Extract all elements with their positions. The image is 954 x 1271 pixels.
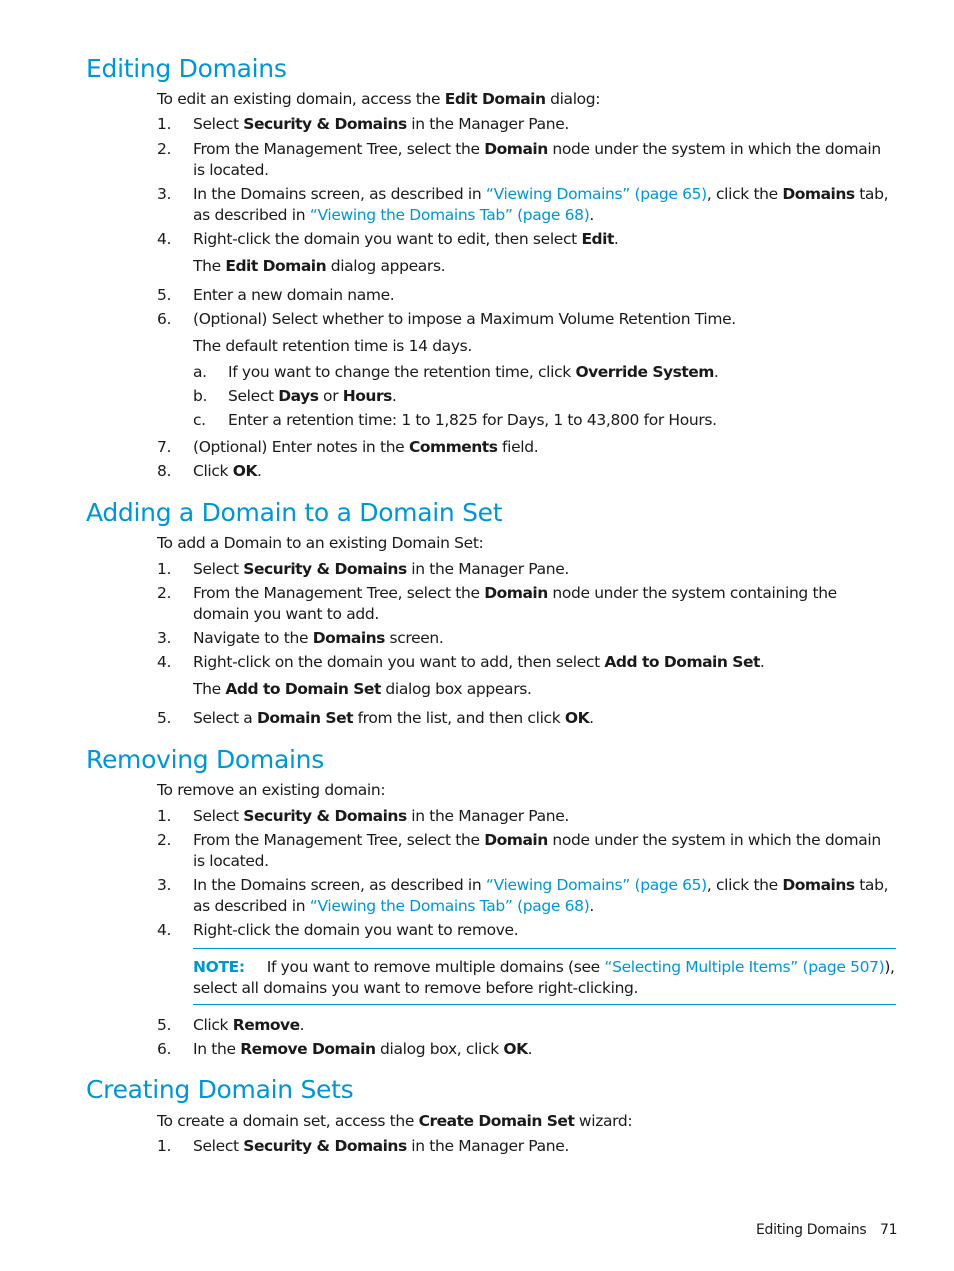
intro-adding: To add a Domain to an existing Domain Se… [157,534,484,552]
step-note: The default retention time is 14 days. [193,337,472,355]
intro-removing: To remove an existing domain: [157,781,386,799]
step-result: The Add to Domain Set dialog box appears… [193,680,532,698]
list-item: 7. (Optional) Enter notes in the Comments… [157,438,539,456]
document-page: Editing Domains To edit an existing doma… [0,0,954,1271]
list-item: 1. Select Security & Domains in the Manag… [157,115,569,133]
list-item: 4. Right-click on the domain you want to … [157,653,765,671]
list-item: 5. Enter a new domain name. [157,286,395,304]
heading-creating-domain-sets: Creating Domain Sets [86,1075,354,1104]
sub-list-item: b. Select Days or Hours. [193,387,397,405]
list-item: 6. In the Remove Domain dialog box, click… [157,1040,533,1058]
link-viewing-domains[interactable]: “Viewing Domains” (page 65) [486,185,707,203]
heading-editing-domains: Editing Domains [86,54,287,83]
list-item: 3. Navigate to the Domains screen. [157,629,444,647]
list-item: 4. Right-click the domain you want to edi… [157,230,619,248]
link-viewing-domains[interactable]: “Viewing Domains” (page 65) [486,876,707,894]
list-item: 4. Right-click the domain you want to rem… [157,921,519,939]
list-item: 1. Select Security & Domains in the Manag… [157,1137,569,1155]
heading-adding-domain: Adding a Domain to a Domain Set [86,498,503,527]
step-result: The Edit Domain dialog appears. [193,257,446,275]
list-item: 8. Click OK. [157,462,262,480]
intro-editing: To edit an existing domain, access the E… [157,90,601,108]
list-item: 5. Click Remove. [157,1016,305,1034]
link-viewing-domains-tab[interactable]: “Viewing the Domains Tab” (page 68) [310,897,590,915]
footer-section-title: Editing Domains [756,1222,867,1238]
note-label: NOTE: [193,958,245,976]
list-item: 2. From the Management Tree, select the D… [157,140,881,179]
note-box: NOTE: If you want to remove multiple doma… [193,948,896,1005]
list-item: 2. From the Management Tree, select the D… [157,584,837,623]
list-item: 5. Select a Domain Set from the list, and… [157,709,594,727]
list-item: 1. Select Security & Domains in the Manag… [157,560,569,578]
list-item: 3. In the Domains screen, as described in… [157,185,889,224]
sub-list-item: c. Enter a retention time: 1 to 1,825 for… [193,411,717,429]
link-selecting-multiple-items[interactable]: “Selecting Multiple Items” (page 507) [604,958,884,976]
list-item: 6. (Optional) Select whether to impose a … [157,310,736,328]
intro-creating: To create a domain set, access the Creat… [157,1112,633,1130]
list-item: 2. From the Management Tree, select the D… [157,831,881,870]
list-item: 1. Select Security & Domains in the Manag… [157,807,569,825]
link-viewing-domains-tab[interactable]: “Viewing the Domains Tab” (page 68) [310,206,590,224]
list-item: 3. In the Domains screen, as described in… [157,876,889,915]
heading-removing-domains: Removing Domains [86,745,324,774]
page-number: 71 [880,1222,898,1238]
sub-list-item: a. If you want to change the retention ti… [193,363,719,381]
